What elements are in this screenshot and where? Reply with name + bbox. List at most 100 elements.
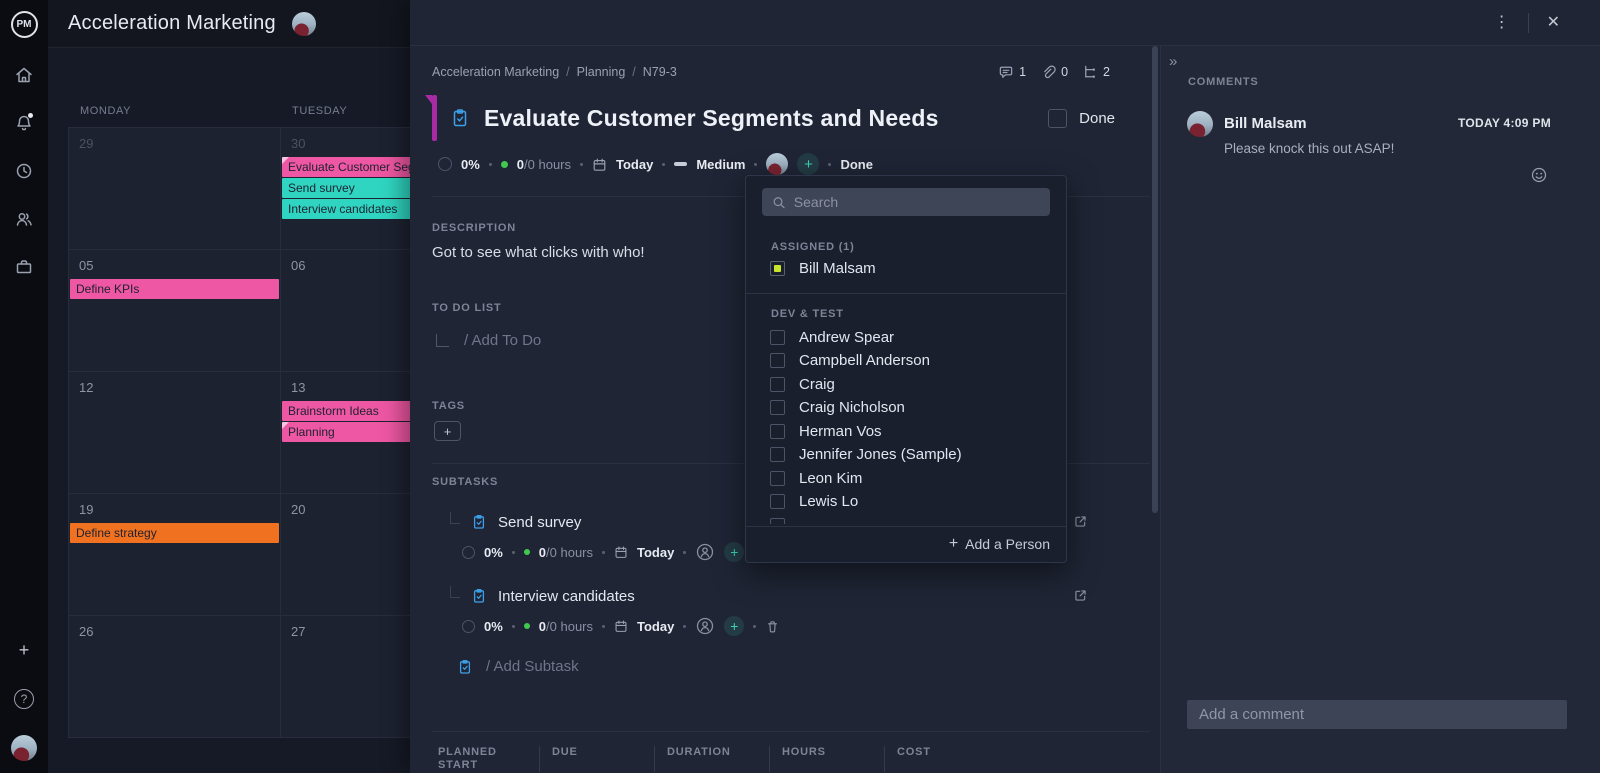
person-option[interactable]: Campbell Anderson <box>746 349 1066 373</box>
add-person-button[interactable]: + Add a Person <box>746 526 1066 562</box>
add-todo-row[interactable]: / Add To Do <box>436 332 541 349</box>
calendar-day-cell[interactable]: 19 Define strategy <box>69 494 281 616</box>
breadcrumb-task-id[interactable]: N79-3 <box>643 65 677 79</box>
paperclip-icon <box>1040 64 1056 80</box>
person-checkbox[interactable] <box>770 330 785 345</box>
search-input[interactable] <box>794 194 1040 210</box>
person-name: Lewis Lo <box>799 493 858 510</box>
person-checkbox[interactable] <box>770 471 785 486</box>
person-option[interactable] <box>746 514 1066 524</box>
person-checkbox[interactable] <box>770 377 785 392</box>
person-option[interactable]: Andrew Spear <box>746 326 1066 350</box>
add-icon[interactable]: + <box>19 641 30 659</box>
add-reaction-icon[interactable] <box>1530 166 1548 184</box>
person-option[interactable]: Craig <box>746 373 1066 397</box>
attachments-count[interactable]: 0 <box>1040 64 1068 80</box>
progress-circle[interactable] <box>462 546 475 559</box>
calendar-day-cell[interactable]: 05 Define KPIs <box>69 250 281 372</box>
person-option[interactable]: Jennifer Jones (Sample) <box>746 443 1066 467</box>
person-name: Jennifer Jones (Sample) <box>799 446 962 463</box>
calendar-event[interactable]: Define strategy <box>70 523 279 543</box>
search-icon <box>772 195 786 210</box>
progress-circle[interactable] <box>462 620 475 633</box>
hours-value[interactable]: 0/0 hours <box>517 157 571 172</box>
person-option[interactable]: Lewis Lo <box>746 490 1066 514</box>
breadcrumb-section[interactable]: Planning <box>577 65 626 79</box>
person-checkbox[interactable] <box>770 261 785 276</box>
add-todo-placeholder[interactable]: / Add To Do <box>464 332 541 349</box>
subtask-icon <box>471 588 487 604</box>
priority-value[interactable]: Medium <box>696 157 745 172</box>
person-checkbox[interactable] <box>770 447 785 462</box>
person-checkbox[interactable] <box>770 494 785 509</box>
person-option[interactable]: Craig Nicholson <box>746 396 1066 420</box>
open-subtask-icon[interactable] <box>1073 514 1088 529</box>
comments-label: COMMENTS <box>1188 76 1259 88</box>
help-icon[interactable]: ? <box>14 689 34 709</box>
comments-count[interactable]: 1 <box>998 64 1026 80</box>
subtask-icon <box>457 659 473 675</box>
team-icon[interactable] <box>14 209 34 229</box>
due-date[interactable]: Today <box>616 157 653 172</box>
breadcrumb-project[interactable]: Acceleration Marketing <box>432 65 559 79</box>
done-checkbox[interactable] <box>1048 109 1067 128</box>
comment-input[interactable] <box>1187 700 1567 729</box>
person-option[interactable]: Leon Kim <box>746 467 1066 491</box>
collapse-panel-icon[interactable]: » <box>1169 53 1177 70</box>
done-label: Done <box>1079 110 1115 127</box>
project-owner-avatar[interactable] <box>292 12 316 36</box>
task-color-flag <box>432 95 437 141</box>
open-subtask-icon[interactable] <box>1073 588 1088 603</box>
comment-text: Please knock this out ASAP! <box>1224 141 1394 156</box>
history-icon[interactable] <box>14 161 34 181</box>
add-subtask-placeholder[interactable]: / Add Subtask <box>486 658 579 675</box>
person-option[interactable]: Bill Malsam <box>746 257 1066 281</box>
assigned-label: ASSIGNED (1) <box>771 241 1066 253</box>
calendar-day-cell[interactable]: 26 <box>69 616 281 738</box>
person-checkbox[interactable] <box>770 424 785 439</box>
person-option[interactable]: Herman Vos <box>746 420 1066 444</box>
calendar-icon <box>592 157 607 172</box>
person-name: Campbell Anderson <box>799 352 930 369</box>
calendar-day-cell[interactable]: 12 <box>69 372 281 494</box>
status-value[interactable]: Done <box>840 157 873 172</box>
subtask-meta-row: 0% 0/0 hours Today + <box>462 616 1098 636</box>
portfolio-icon[interactable] <box>14 257 34 277</box>
hours-dot <box>501 161 508 168</box>
pm-logo[interactable]: PM <box>11 11 38 38</box>
person-name: Herman Vos <box>799 423 882 440</box>
description-text[interactable]: Got to see what clicks with who! <box>432 244 645 261</box>
subtask-title[interactable]: Interview candidates <box>498 588 635 605</box>
add-tag-button[interactable]: + <box>434 421 461 441</box>
calendar-event[interactable]: Define KPIs <box>70 279 279 299</box>
delete-subtask-icon[interactable] <box>765 619 780 634</box>
home-icon[interactable] <box>14 65 34 85</box>
add-assignee-button[interactable]: + <box>724 616 744 636</box>
assignee-icon[interactable] <box>695 616 715 636</box>
add-assignee-button[interactable]: + <box>724 542 744 562</box>
person-checkbox[interactable] <box>770 400 785 415</box>
more-menu-icon[interactable]: ⋮ <box>1494 15 1510 31</box>
subtasks-count[interactable]: 2 <box>1082 64 1110 80</box>
profile-avatar[interactable] <box>11 735 37 761</box>
calendar-icon <box>614 545 628 559</box>
progress-circle[interactable] <box>438 157 452 171</box>
assignee-avatar[interactable] <box>766 153 788 175</box>
task-title[interactable]: Evaluate Customer Segments and Needs <box>484 105 939 132</box>
notifications-icon[interactable] <box>14 113 34 133</box>
person-checkbox[interactable] <box>770 353 785 368</box>
subtask-title[interactable]: Send survey <box>498 514 581 531</box>
search-box[interactable] <box>762 188 1050 216</box>
assignee-icon[interactable] <box>695 542 715 562</box>
subtask-tree-icon <box>1082 64 1098 80</box>
close-icon[interactable]: ✕ <box>1547 15 1560 31</box>
priority-medium-icon <box>674 162 687 166</box>
person-checkbox[interactable] <box>770 518 785 524</box>
calendar-day-cell[interactable]: 29 <box>69 128 281 250</box>
scrollbar[interactable] <box>1152 46 1158 513</box>
add-subtask-row[interactable]: / Add Subtask <box>457 658 579 675</box>
people-list: Andrew Spear Campbell Anderson Craig Cra… <box>746 326 1066 524</box>
progress-value[interactable]: 0% <box>461 157 480 172</box>
icon-rail: PM + ? <box>0 0 48 773</box>
add-assignee-button[interactable]: + <box>797 153 819 175</box>
